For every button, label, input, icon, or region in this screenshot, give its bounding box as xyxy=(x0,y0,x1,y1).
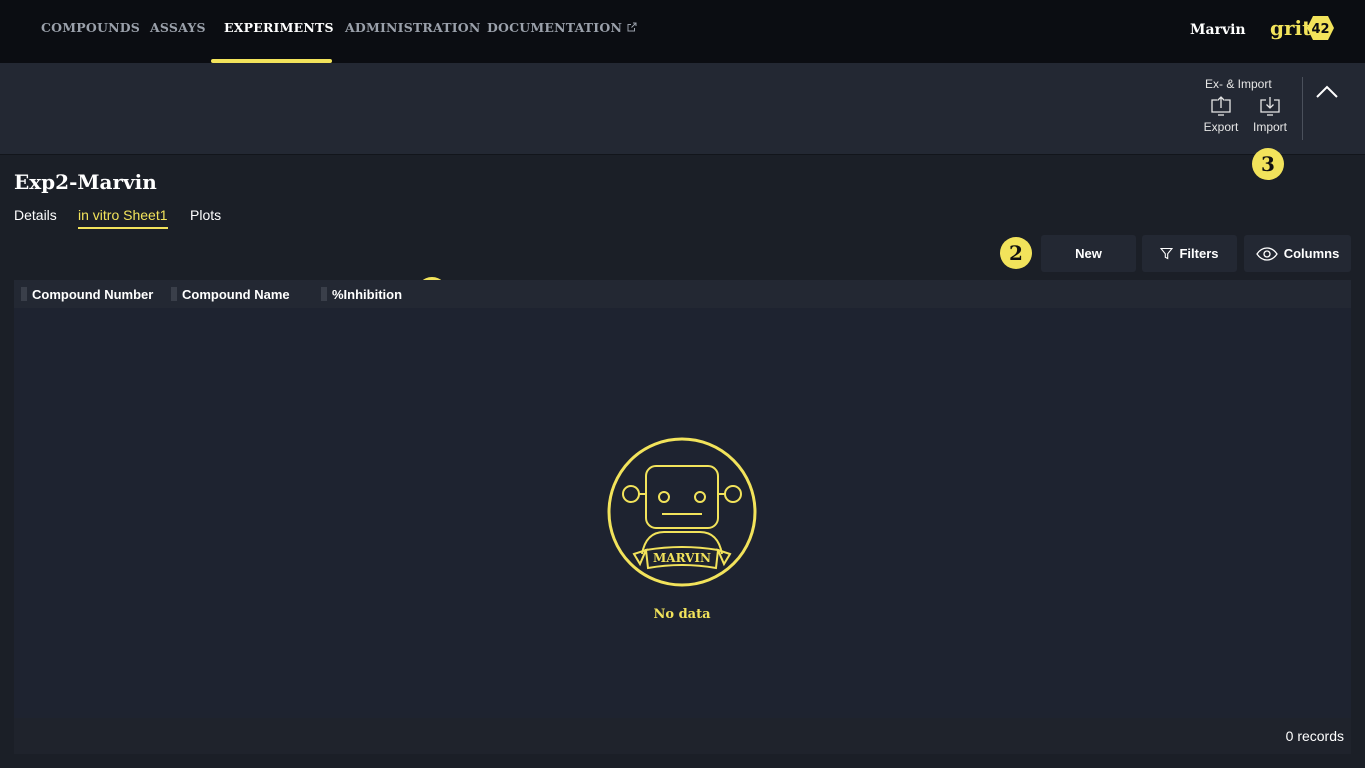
record-count: 0 records xyxy=(1285,728,1344,744)
robot-icon: MARVIN xyxy=(607,437,757,587)
eye-icon xyxy=(1255,246,1278,261)
grit42-logo: grit 42 xyxy=(1270,14,1336,49)
data-grid: Compound Number Compound Name %Inhibitio… xyxy=(14,280,1351,754)
page-title: Exp2-Marvin xyxy=(14,170,157,194)
import-label: Import xyxy=(1252,120,1287,134)
empty-state-text: No data xyxy=(653,607,711,622)
export-button[interactable]: Export xyxy=(1199,96,1243,142)
column-header-label: Compound Number xyxy=(32,286,154,302)
new-button[interactable]: New xyxy=(1041,235,1136,272)
ex-import-group-label: Ex- & Import xyxy=(1205,77,1272,91)
annotation-badge-2: 2 xyxy=(1000,237,1032,269)
nav-experiments[interactable]: EXPERIMENTS xyxy=(224,20,334,35)
chevron-up-icon xyxy=(1316,85,1338,98)
export-icon xyxy=(1211,96,1231,116)
nav-assays[interactable]: ASSAYS xyxy=(150,20,206,35)
tab-details[interactable]: Details xyxy=(14,207,57,227)
import-icon xyxy=(1260,97,1280,116)
import-button[interactable]: Import xyxy=(1248,96,1292,142)
logo-number: 42 xyxy=(1311,22,1329,37)
grid-header: Compound Number Compound Name %Inhibitio… xyxy=(14,280,1351,308)
logo-word: grit xyxy=(1270,16,1312,40)
grid-body: MARVIN No data xyxy=(14,308,1351,718)
columns-button[interactable]: Columns xyxy=(1244,235,1351,272)
filters-button[interactable]: Filters xyxy=(1142,235,1237,272)
nav-compounds[interactable]: COMPOUNDS xyxy=(41,20,140,35)
column-resize-handle[interactable] xyxy=(21,287,27,301)
robot-banner-text: MARVIN xyxy=(653,551,711,565)
column-header-inhibition[interactable]: %Inhibition xyxy=(321,280,463,308)
user-name[interactable]: Marvin xyxy=(1190,22,1246,38)
empty-state: MARVIN No data xyxy=(606,436,758,622)
collapse-toolbar-button[interactable] xyxy=(1314,83,1340,106)
toolbar: Ex- & Import Export Import xyxy=(0,63,1365,155)
tab-in-vitro-sheet1[interactable]: in vitro Sheet1 xyxy=(78,207,168,229)
nav-documentation[interactable]: DOCUMENTATION xyxy=(487,20,637,35)
toolbar-divider xyxy=(1302,77,1303,140)
grid-footer: 0 records xyxy=(14,718,1351,754)
columns-button-label: Columns xyxy=(1283,246,1340,261)
top-nav: COMPOUNDS ASSAYS EXPERIMENTS ADMINISTRAT… xyxy=(0,0,1365,63)
column-resize-handle[interactable] xyxy=(321,287,327,301)
column-resize-handle[interactable] xyxy=(171,287,177,301)
filters-button-label: Filters xyxy=(1179,246,1219,261)
annotation-badge-3: 3 xyxy=(1252,148,1284,180)
column-header-label: Compound Name xyxy=(182,286,290,302)
tab-plots[interactable]: Plots xyxy=(190,207,221,227)
export-label: Export xyxy=(1203,120,1239,134)
column-header-compound-number[interactable]: Compound Number xyxy=(21,280,167,308)
new-button-label: New xyxy=(1075,246,1102,261)
external-link-icon xyxy=(627,20,637,35)
column-header-label: %Inhibition xyxy=(332,286,403,302)
filter-icon xyxy=(1160,247,1174,260)
column-header-compound-name[interactable]: Compound Name xyxy=(171,280,317,308)
nav-documentation-label: DOCUMENTATION xyxy=(487,20,623,35)
nav-administration[interactable]: ADMINISTRATION xyxy=(345,20,481,35)
